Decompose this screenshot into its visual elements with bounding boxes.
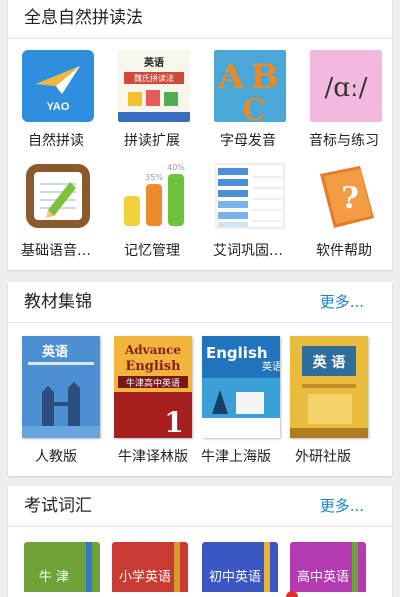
svg-text:C: C xyxy=(242,93,266,122)
grid-item-label: 自然拼读 xyxy=(28,133,84,149)
textbook-fltrp[interactable]: 英 语 外研社版 xyxy=(276,336,382,466)
grid-item-natural-phonics[interactable]: YAO 自然拼读 xyxy=(8,50,104,155)
phonetic-symbol-icon: /ɑː/ xyxy=(310,50,382,122)
svg-text:Advance: Advance xyxy=(124,343,181,357)
grid-item-letter-sounds[interactable]: A B C 字母发音 xyxy=(200,50,296,155)
svg-text:English: English xyxy=(125,359,181,374)
svg-text:/ɑː/: /ɑː/ xyxy=(325,73,368,103)
svg-text:1: 1 xyxy=(164,406,183,438)
svg-text:牛津高中英语: 牛津高中英语 xyxy=(126,377,180,389)
exam-vocab-card: 考试词汇 更多... 牛 津 小学英语 初中英语 高中英语 xyxy=(8,486,392,597)
textbooks-more-link[interactable]: 更多... xyxy=(320,282,364,322)
svg-text:英 语: 英 语 xyxy=(312,354,346,371)
textbook-cover-pep: 英语 xyxy=(22,336,100,438)
bottom-notification-dot xyxy=(286,591,298,597)
vocab-book-spine xyxy=(86,542,92,592)
grid-item-label: 拼读扩展 xyxy=(124,133,180,149)
textbook-label: 外研社版 xyxy=(295,449,351,465)
exam-vocab-more-link[interactable]: 更多... xyxy=(320,486,364,526)
svg-text:英语: 英语 xyxy=(41,344,68,360)
textbook-label: 人教版 xyxy=(35,449,77,465)
textbooks-card-header: 教材集锦 更多... xyxy=(8,282,392,323)
bar-chart-icon: 35% 40% xyxy=(118,160,190,232)
grid-item-word-review[interactable]: 艾词巩固… xyxy=(200,160,296,265)
textbook-pep[interactable]: 英语 人教版 xyxy=(8,336,114,466)
svg-text:35%: 35% xyxy=(145,173,163,182)
grid-item-label: 软件帮助 xyxy=(316,243,372,259)
svg-text:魏氏拼读法: 魏氏拼读法 xyxy=(134,73,174,83)
svg-text:40%: 40% xyxy=(167,163,185,172)
grid-item-label: 艾词巩固… xyxy=(213,243,283,259)
vocab-book-label: 初中英语 xyxy=(208,570,261,585)
grid-item-phonics-extension[interactable]: 英语 魏氏拼读法 拼读扩展 xyxy=(104,50,200,155)
textbook-cover-shanghai: English 英语 xyxy=(202,336,280,438)
phonics-card-title: 全息自然拼读法 xyxy=(24,8,143,28)
grid-item-phonetic-practice[interactable]: /ɑː/ 音标与练习 xyxy=(296,50,392,155)
textbooks-card-title: 教材集锦 xyxy=(24,292,92,312)
phonics-card-header: 全息自然拼读法 xyxy=(8,0,392,39)
grid-item-basic-pronunciation[interactable]: 基础语音… xyxy=(8,160,104,265)
notepad-pencil-icon xyxy=(22,160,94,232)
svg-text:B: B xyxy=(250,57,279,97)
vocab-book-junior[interactable]: 初中英语 xyxy=(202,542,278,592)
exam-vocab-card-header: 考试词汇 更多... xyxy=(8,486,392,527)
svg-text:?: ? xyxy=(341,181,359,216)
grid-item-label: 基础语音… xyxy=(21,243,91,259)
exam-vocab-card-title: 考试词汇 xyxy=(24,496,92,516)
textbook-cover-yilin: Advance English 牛津高中英语 1 xyxy=(114,336,192,438)
textbooks-card: 教材集锦 更多... 英语 人教版 Advance English 牛津高中英语… xyxy=(8,282,392,476)
grid-item-label: 记忆管理 xyxy=(124,243,180,259)
grid-item-memory-management[interactable]: 35% 40% 记忆管理 xyxy=(104,160,200,265)
grid-item-software-help[interactable]: ? 软件帮助 xyxy=(296,160,392,265)
abc-letters-icon: A B C xyxy=(214,50,286,122)
grid-item-label: 音标与练习 xyxy=(309,133,379,149)
phonics-card: 全息自然拼读法 YAO 自然拼读 英语 魏氏拼读法 拼读扩展 A B C 字母发… xyxy=(8,0,392,270)
textbook-cover-fltrp: 英 语 xyxy=(290,336,368,438)
paper-plane-icon: YAO xyxy=(22,50,94,122)
svg-text:English: English xyxy=(206,344,268,362)
vocab-book-primary[interactable]: 小学英语 xyxy=(112,542,188,592)
vocab-book-senior[interactable]: 高中英语 xyxy=(290,542,366,592)
grid-item-label: 字母发音 xyxy=(220,133,276,149)
schedule-table-icon xyxy=(214,160,286,232)
book-cover-icon: 英语 魏氏拼读法 xyxy=(118,50,190,122)
vocab-book-label: 牛 津 xyxy=(38,570,70,585)
svg-text:英语: 英语 xyxy=(143,56,164,69)
vocab-book-label: 高中英语 xyxy=(296,570,349,585)
question-book-icon: ? xyxy=(310,160,382,232)
svg-text:YAO: YAO xyxy=(47,101,70,113)
vocab-book-oxford[interactable]: 牛 津 xyxy=(24,542,100,592)
svg-text:A: A xyxy=(217,57,245,97)
vocab-book-label: 小学英语 xyxy=(118,570,171,585)
